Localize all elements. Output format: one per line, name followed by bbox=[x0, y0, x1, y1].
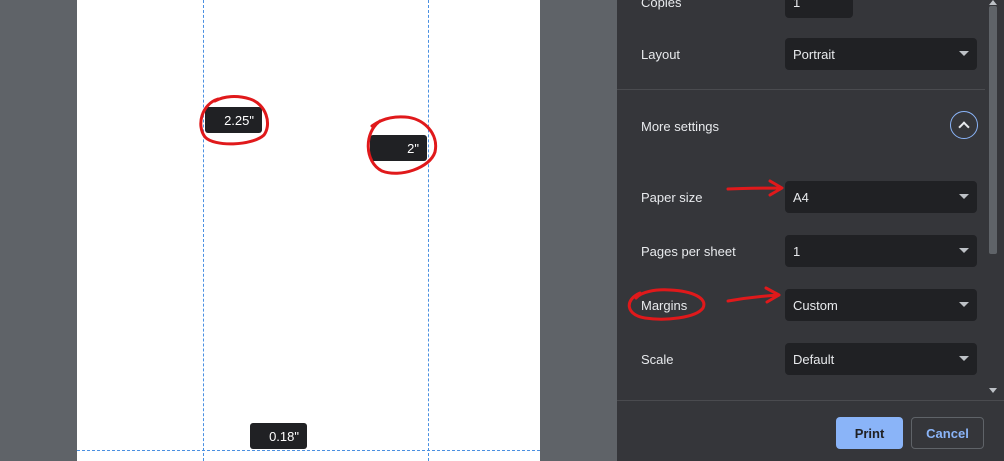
copies-value: 1 bbox=[793, 0, 801, 10]
paper-size-label: Paper size bbox=[641, 189, 703, 205]
pages-per-sheet-row: Pages per sheet 1 bbox=[641, 234, 977, 268]
chevron-down-icon bbox=[959, 356, 969, 361]
layout-select[interactable]: Portrait bbox=[785, 38, 977, 70]
layout-label: Layout bbox=[641, 46, 681, 62]
paper-size-value: A4 bbox=[793, 189, 809, 205]
scale-row: Scale Default bbox=[641, 342, 977, 376]
settings-scroll-area: Copies 1 Layout Portrait More settings P… bbox=[617, 0, 987, 400]
chevron-down-icon bbox=[959, 51, 969, 56]
scale-label: Scale bbox=[641, 351, 674, 367]
cancel-button[interactable]: Cancel bbox=[911, 417, 984, 449]
bottom-margin-input[interactable]: 0.18" bbox=[250, 423, 307, 449]
scroll-down-icon[interactable] bbox=[989, 388, 997, 393]
pages-per-sheet-value: 1 bbox=[793, 243, 801, 259]
margins-label: Margins bbox=[641, 297, 688, 313]
margins-select[interactable]: Custom bbox=[785, 289, 977, 321]
chevron-up-icon bbox=[958, 121, 970, 133]
collapse-more-settings-button[interactable] bbox=[950, 111, 978, 139]
settings-scrollbar[interactable] bbox=[985, 0, 1002, 400]
print-button[interactable]: Print bbox=[836, 417, 903, 449]
chevron-down-icon bbox=[959, 248, 969, 253]
scale-value: Default bbox=[793, 351, 835, 367]
bottom-margin-guide[interactable] bbox=[77, 450, 540, 451]
more-settings-label: More settings bbox=[641, 118, 720, 134]
chevron-down-icon bbox=[959, 194, 969, 199]
scrollbar-thumb[interactable] bbox=[989, 6, 997, 254]
scroll-up-icon[interactable] bbox=[989, 0, 997, 5]
preview-background bbox=[540, 0, 617, 461]
print-preview-window: 2.25" 2" 0.18" Copies 1 Layout Portrait … bbox=[0, 0, 1004, 461]
copies-input[interactable]: 1 bbox=[785, 0, 853, 18]
copies-label: Copies bbox=[641, 0, 682, 10]
right-margin-input[interactable]: 2" bbox=[370, 135, 427, 161]
paper-size-row: Paper size A4 bbox=[641, 180, 977, 214]
dialog-footer: Print Cancel bbox=[617, 400, 1004, 461]
right-margin-guide[interactable] bbox=[428, 0, 429, 461]
pages-per-sheet-select[interactable]: 1 bbox=[785, 235, 977, 267]
pages-per-sheet-label: Pages per sheet bbox=[641, 243, 736, 259]
settings-panel: Copies 1 Layout Portrait More settings P… bbox=[617, 0, 1004, 461]
copies-row: Copies 1 bbox=[641, 0, 977, 19]
paper-size-select[interactable]: A4 bbox=[785, 181, 977, 213]
layout-value: Portrait bbox=[793, 46, 835, 62]
preview-page bbox=[77, 0, 540, 461]
layout-row: Layout Portrait bbox=[641, 37, 977, 71]
margins-row: Margins Custom bbox=[641, 288, 977, 322]
left-margin-input[interactable]: 2.25" bbox=[205, 107, 262, 133]
chevron-down-icon bbox=[959, 302, 969, 307]
divider bbox=[617, 89, 987, 90]
scale-select[interactable]: Default bbox=[785, 343, 977, 375]
left-margin-guide[interactable] bbox=[203, 0, 204, 461]
print-preview-area: 2.25" 2" 0.18" bbox=[0, 0, 617, 461]
more-settings-row[interactable]: More settings bbox=[641, 109, 977, 143]
margins-value: Custom bbox=[793, 297, 838, 313]
